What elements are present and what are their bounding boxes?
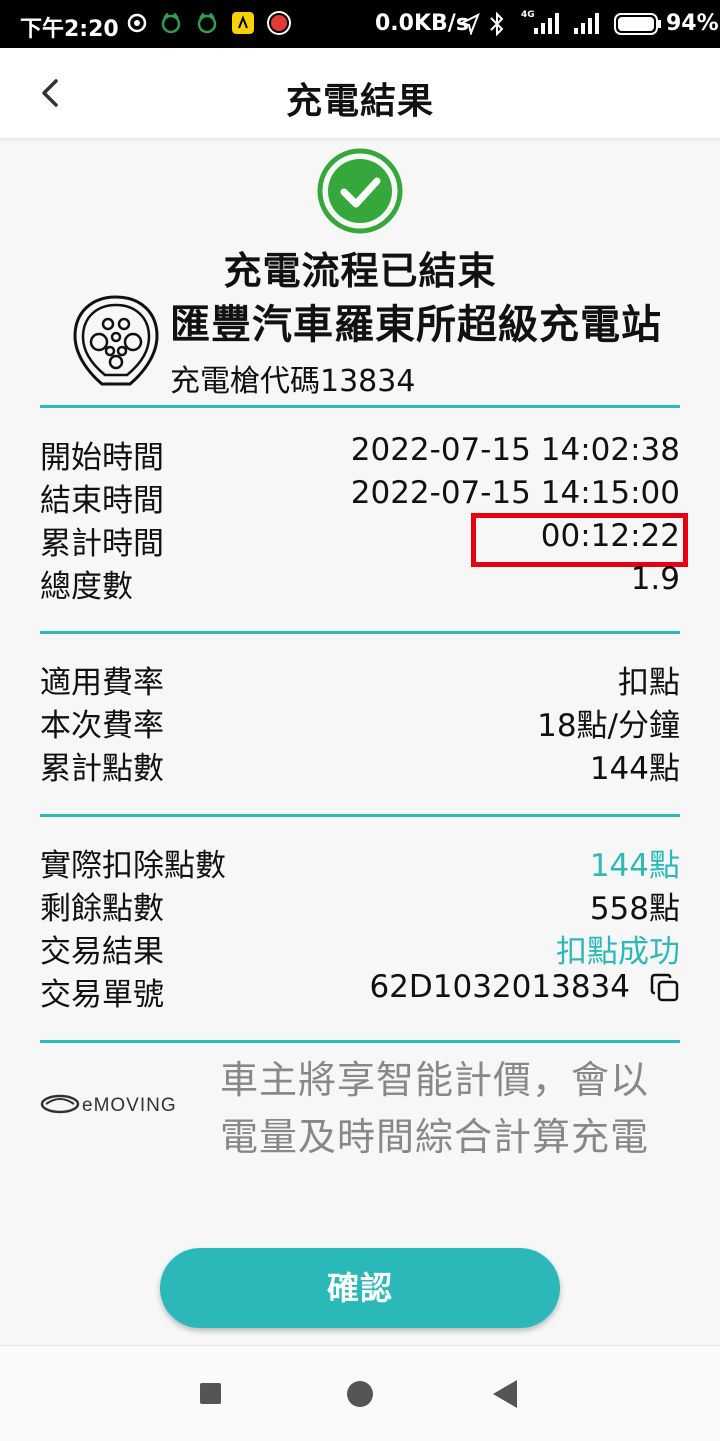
charger-plug-icon [73,295,159,386]
cat-notification-icon [161,12,181,34]
status-bar: 下午2:20 0.0KB/s 4G 94% [0,0,720,48]
remaining-points-label: 剩餘點數 [40,891,164,927]
transaction-id-value: 62D1032013834 [369,969,630,1005]
total-kwh-row: 總度數 1.9 [40,561,680,605]
end-time-label: 結束時間 [40,483,164,519]
emoving-logo: eMOVING [40,1094,177,1116]
confirm-button[interactable]: 確認 [160,1248,560,1328]
accumulated-points-value: 144點 [589,751,680,787]
current-rate-label: 本次費率 [40,708,164,744]
battery-level: 94% [666,11,719,36]
start-time-label: 開始時間 [40,440,164,476]
current-rate-value: 18點/分鐘 [537,708,680,744]
status-time: 下午2:20 [20,17,119,42]
transaction-id-label: 交易單號 [40,977,164,1013]
current-rate-row: 本次費率 18點/分鐘 [40,700,680,744]
section-divider [40,1040,680,1043]
duration-label: 累計時間 [40,526,164,562]
location-icon [460,13,480,35]
deducted-points-row: 實際扣除點數 144點 [40,840,680,884]
accumulated-points-row: 累計點數 144點 [40,743,680,787]
transaction-result-label: 交易結果 [40,934,164,970]
section-divider [40,631,680,634]
section-divider [40,405,680,408]
rate-type-value: 扣點 [618,665,680,701]
emoving-logo-text: eMOVING [82,1095,177,1116]
total-kwh-value: 1.9 [630,561,680,597]
start-time-value: 2022-07-15 14:02:38 [350,432,680,468]
station-name: 匯豐汽車羅東所超級充電站 [170,302,662,348]
smart-pricing-notice: 車主將享智能計價，會以電量及時間綜合計算充電 [220,1058,650,1159]
cat-notification-icon-2 [197,12,217,34]
total-kwh-label: 總度數 [40,569,133,605]
back-triangle-icon[interactable] [493,1380,517,1408]
recent-apps-icon[interactable] [200,1383,221,1404]
accumulated-points-label: 累計點數 [40,751,164,787]
signal-icon-2 [574,13,599,34]
rate-type-row: 適用費率 扣點 [40,657,680,701]
app-notification-icon [127,13,147,33]
remaining-points-value: 558點 [589,891,680,927]
gun-code-label: 充電槍代碼 [170,364,320,399]
bluetooth-icon [490,11,504,37]
deducted-points-label: 實際扣除點數 [40,848,226,884]
section-divider [40,814,680,817]
transaction-id-row: 交易單號 62D1032013834 [40,969,680,1013]
start-time-row: 開始時間 2022-07-15 14:02:38 [40,432,680,476]
charging-complete-text: 充電流程已結束 [223,249,497,293]
transaction-result-value: 扣點成功 [556,934,680,970]
record-icon [267,11,291,35]
app-header: 充電結果 [0,48,720,138]
deducted-points-value: 144點 [589,848,680,884]
transaction-result-row: 交易結果 扣點成功 [40,926,680,970]
check-circle-icon [317,148,403,234]
end-time-value: 2022-07-15 14:15:00 [350,475,680,511]
system-navigation-bar [0,1345,720,1441]
yellow-app-icon [232,12,254,34]
remaining-points-row: 剩餘點數 558點 [40,883,680,927]
signal-icon [534,13,559,34]
gun-code-value: 13834 [320,364,416,399]
rate-type-label: 適用費率 [40,665,164,701]
duration-highlight-box [471,513,688,567]
charger-gun-code: 充電槍代碼13834 [170,356,415,400]
copy-icon[interactable] [650,973,680,1003]
home-icon[interactable] [347,1381,373,1407]
page-title: 充電結果 [285,81,434,122]
battery-icon [614,13,661,35]
network-speed: 0.0KB/s [375,11,469,36]
